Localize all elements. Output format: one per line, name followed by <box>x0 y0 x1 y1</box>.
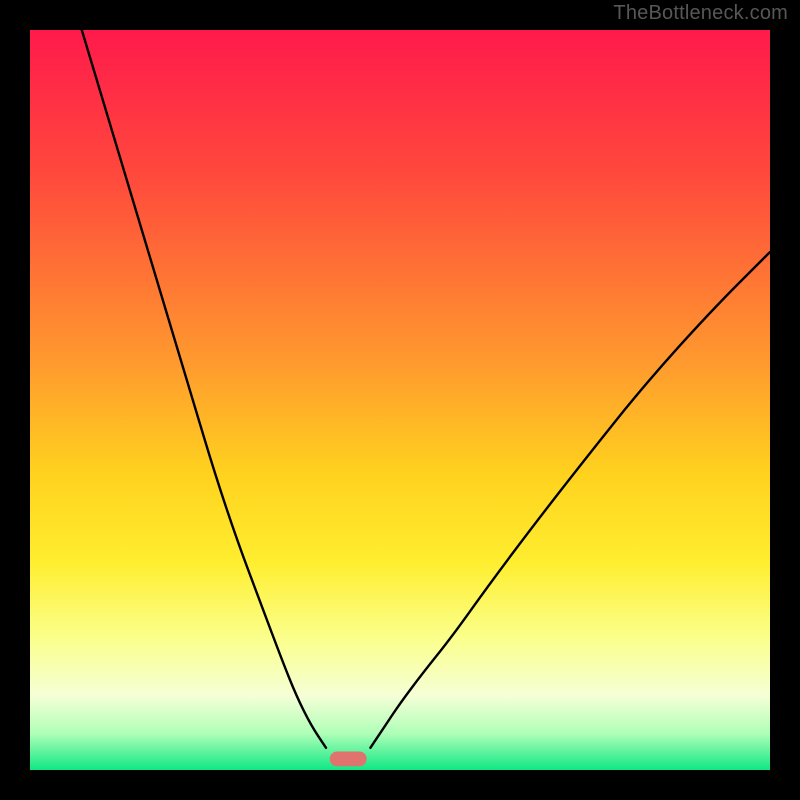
watermark-label: TheBottleneck.com <box>613 2 788 25</box>
chart-marker <box>330 752 367 767</box>
chart-plot <box>30 30 770 770</box>
chart-frame: TheBottleneck.com <box>0 0 800 800</box>
bottleneck-marker <box>330 752 367 767</box>
chart-background <box>30 30 770 770</box>
chart-svg <box>30 30 770 770</box>
